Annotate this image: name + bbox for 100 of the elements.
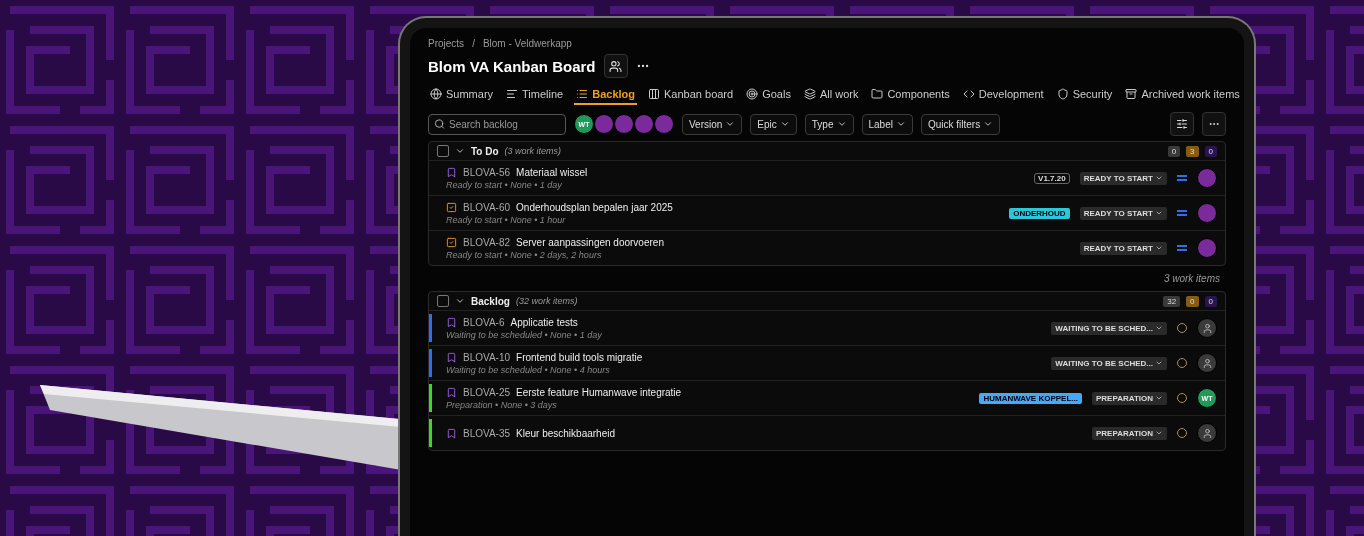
item-meta: Ready to start • None • 1 day <box>446 179 563 190</box>
section-title: Backlog <box>471 295 510 307</box>
chevron-down-icon <box>725 119 736 129</box>
bookmark-icon <box>446 351 457 363</box>
chevron-down-icon <box>779 119 790 129</box>
item-meta: Waiting to be scheduled • None • 1 day <box>446 329 603 340</box>
filter-dropdown[interactable]: Version <box>682 113 743 135</box>
chevron-down-icon <box>1155 324 1163 332</box>
work-item-row[interactable]: BLOVA-6 Applicatie tests Waiting to be scheduled • None • 1 day WAITING TO BE SCHED... <box>429 310 1225 345</box>
breadcrumb-separator: / <box>472 38 475 49</box>
chevron-down-icon <box>895 119 906 129</box>
breadcrumb-link[interactable]: Projects <box>428 38 465 49</box>
sliders-icon <box>1176 118 1188 130</box>
section-checkbox[interactable] <box>437 145 449 157</box>
chevron-down-icon <box>836 119 847 129</box>
section-checkbox[interactable] <box>437 295 449 307</box>
count-badge: 0 <box>1204 145 1217 157</box>
item-summary[interactable]: Materiaal wissel <box>516 166 588 178</box>
nav-tab[interactable]: Archived work items <box>1123 85 1242 105</box>
work-item-row[interactable]: BLOVA-82 Server aanpassingen doorvoeren Ready to start • None • 2 days, 2 hours READY TO START <box>429 230 1225 265</box>
target-icon <box>746 88 759 100</box>
filter-dropdown[interactable]: Type <box>804 113 854 135</box>
item-key[interactable]: BLOVA-25 <box>463 386 511 398</box>
chevron-icon[interactable] <box>455 146 465 156</box>
item-key[interactable]: BLOVA-6 <box>463 316 505 328</box>
more-button[interactable] <box>1202 112 1226 136</box>
item-key[interactable]: BLOVA-56 <box>463 166 511 178</box>
item-key[interactable]: BLOVA-60 <box>463 201 511 213</box>
nav-tab[interactable]: Backlog <box>574 85 638 105</box>
layers-icon <box>803 88 816 100</box>
filter-dropdown[interactable]: Quick filters <box>920 113 1001 135</box>
avatar-photo[interactable] <box>1197 203 1217 223</box>
work-item-row[interactable]: BLOVA-10 Frontend build tools migratie Waiting to be scheduled • None • 4 hours WAITING TO BE SCHED... <box>429 345 1225 380</box>
status-dropdown[interactable]: PREPARATION <box>1091 391 1167 405</box>
item-key[interactable]: BLOVA-82 <box>463 236 511 248</box>
item-summary[interactable]: Onderhoudsplan bepalen jaar 2025 <box>516 201 673 213</box>
settings-button[interactable] <box>1170 112 1194 136</box>
filter-dropdown[interactable]: Epic <box>750 113 797 135</box>
item-summary[interactable]: Frontend build tools migratie <box>516 351 643 363</box>
label-tag: HUMANWAVE KOPPEL... <box>979 392 1082 404</box>
nav-tab[interactable]: Timeline <box>504 85 566 105</box>
status-dropdown[interactable]: READY TO START <box>1079 241 1167 255</box>
item-meta: Ready to start • None • 2 days, 2 hours <box>446 249 603 260</box>
search-field[interactable]: Search backlog <box>428 113 566 135</box>
avatar-photo[interactable] <box>654 114 674 134</box>
nav-tab[interactable]: Security <box>1054 85 1115 105</box>
chevron-icon[interactable] <box>455 296 465 306</box>
item-summary[interactable]: Kleur beschikbaarheid <box>516 427 615 439</box>
task-icon <box>446 201 457 213</box>
status-dropdown[interactable]: READY TO START <box>1079 171 1167 185</box>
team-button[interactable] <box>603 54 628 78</box>
status-dropdown[interactable]: PREPARATION <box>1091 426 1167 440</box>
avatar-photo[interactable] <box>1197 238 1217 258</box>
item-key[interactable]: BLOVA-10 <box>463 351 511 363</box>
task-icon <box>446 236 457 248</box>
item-summary[interactable]: Applicatie tests <box>510 316 578 328</box>
avatar-photo[interactable] <box>1197 168 1217 188</box>
bookmark-icon <box>446 316 457 328</box>
chevron-down-icon <box>1155 244 1163 252</box>
breadcrumb-link[interactable]: Blom - Veldwerkapp <box>482 38 572 49</box>
chevron-down-icon <box>1155 359 1163 367</box>
count-badge: 0 <box>1204 295 1217 307</box>
archive-icon <box>1125 88 1138 100</box>
item-summary[interactable]: Eerste feature Humanwave integratie <box>516 386 682 398</box>
work-item-row[interactable]: BLOVA-56 Materiaal wissel Ready to start • None • 1 day V1.7.20 READY TO START <box>429 160 1225 195</box>
list-icon <box>576 88 589 100</box>
item-summary[interactable]: Server aanpassingen doorvoeren <box>516 236 664 248</box>
count-badge: 0 <box>1186 295 1199 307</box>
search-icon <box>434 118 445 130</box>
avatar-photo[interactable] <box>594 114 614 134</box>
nav-tab[interactable]: Components <box>869 85 952 105</box>
filter-dropdown[interactable]: Label <box>861 113 913 135</box>
nav-tab[interactable]: Goals <box>744 85 793 105</box>
avatar-photo[interactable] <box>634 114 654 134</box>
status-dropdown[interactable]: WAITING TO BE SCHED... <box>1051 356 1167 370</box>
globe-icon <box>430 88 442 100</box>
unassigned-avatar[interactable] <box>1197 423 1217 443</box>
nav-tab[interactable]: Summary <box>428 85 496 105</box>
status-dropdown[interactable]: READY TO START <box>1079 206 1167 220</box>
section-count: (32 work items) <box>515 296 578 306</box>
item-key[interactable]: BLOVA-35 <box>463 427 511 439</box>
nav-tab[interactable]: All work <box>801 85 861 105</box>
unassigned-avatar[interactable] <box>1197 353 1217 373</box>
folder-icon <box>871 88 884 100</box>
chevron-down-icon <box>1155 209 1163 217</box>
status-dropdown[interactable]: WAITING TO BE SCHED... <box>1051 321 1167 335</box>
board-title: Blom VA Kanban Board <box>428 57 596 75</box>
nav-tab[interactable]: Development <box>960 85 1046 105</box>
unassigned-avatar[interactable] <box>1197 318 1217 338</box>
work-item-row[interactable]: BLOVA-35 Kleur beschikbaarheid PREPARATION <box>429 415 1225 450</box>
item-meta: Ready to start • None • 1 hour <box>446 214 567 225</box>
count-badge: 32 <box>1163 295 1181 307</box>
work-items-count: 3 work items <box>1162 272 1221 286</box>
avatar-photo[interactable] <box>614 114 634 134</box>
section-count: (3 work items) <box>504 146 562 156</box>
chevron-down-icon <box>1155 394 1163 402</box>
nav-tab[interactable]: Kanban board <box>646 85 736 105</box>
work-item-row[interactable]: BLOVA-60 Onderhoudsplan bepalen jaar 2025 Ready to start • None • 1 hour ONDERHOUD READY TO START <box>429 195 1225 230</box>
chevron-down-icon <box>1155 174 1163 182</box>
code-icon <box>962 88 975 100</box>
